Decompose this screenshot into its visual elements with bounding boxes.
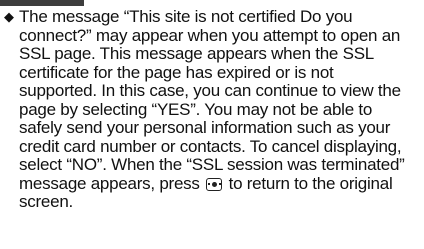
ssl-note: ◆ The message “This site is not certified… [4, 7, 422, 212]
center-select-key-icon [206, 177, 223, 191]
note-line-9: select “NO”. When the “SSL session was t… [19, 155, 405, 174]
note-line-8: credit card number or contacts. To cance… [19, 136, 402, 156]
note-line-3: SSL page. This message appears when the … [19, 44, 374, 63]
header-bar [0, 0, 84, 6]
note-line-10: message appears, press to return to the … [19, 173, 393, 193]
diamond-bullet-icon: ◆ [4, 9, 14, 24]
note-line-2: connect?” may appear when you attempt to… [19, 25, 401, 45]
note-line-11: screen. [19, 192, 73, 211]
note-line-1: ◆ The message “This site is not certified… [4, 7, 353, 26]
note-line-5: supported. In this case, you can continu… [19, 81, 401, 100]
note-line-4: certificate for the page has expired or … [19, 62, 334, 82]
note-line-7: safely send your personal information su… [19, 118, 391, 137]
note-line-6: page by selecting “YES”. You may not be … [19, 99, 373, 119]
